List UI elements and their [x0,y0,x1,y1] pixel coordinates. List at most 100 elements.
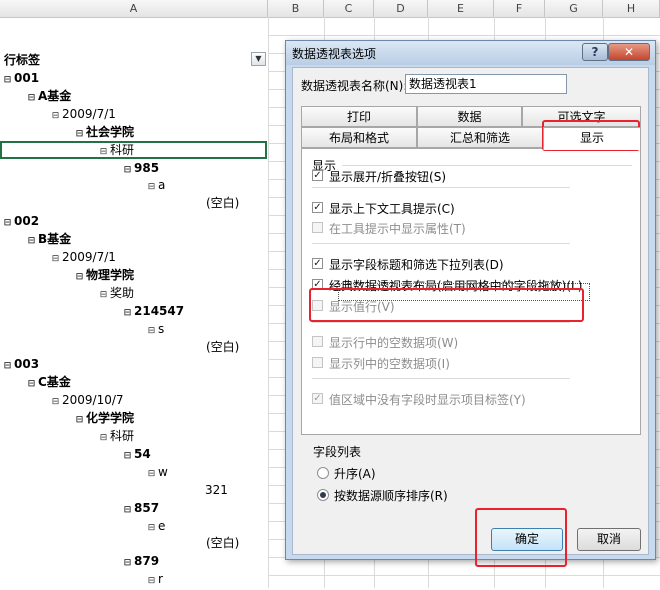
sort-option-label: 按数据源顺序排序(R) [334,489,448,503]
tab-display[interactable]: 显示 [543,127,641,150]
collapse-toggle-icon[interactable]: ⊟ [147,465,156,483]
collapse-toggle-icon[interactable]: ⊟ [3,214,12,232]
pivot-row-label: w [158,465,168,479]
pivot-row[interactable]: ⊟ A基金 [27,87,268,105]
filter-dropdown-button[interactable]: ▼ [251,52,266,66]
separator [312,322,570,323]
pivot-row[interactable]: ⊟ s [147,320,268,338]
pivot-row[interactable]: ⊟ a [147,176,268,194]
column-header-c[interactable]: C [324,0,374,17]
collapse-toggle-icon[interactable]: ⊟ [123,161,132,179]
option-checkbox[interactable]: ✓ [312,202,323,213]
pivot-row-label: (空白) [206,536,240,550]
collapse-toggle-icon[interactable]: ⊟ [51,107,60,125]
collapse-toggle-icon[interactable]: ⊟ [75,411,84,429]
pivot-row[interactable]: ⊟ 001 [3,69,268,87]
option-checkbox[interactable] [312,336,323,347]
pivot-row[interactable]: (空白) [206,338,268,356]
pivot-row[interactable]: ⊟ 奖助 [99,284,268,302]
option-checkbox[interactable] [312,357,323,368]
option-label: 显示字段标题和筛选下拉列表(D) [329,258,504,272]
pivot-row[interactable]: ⊟ 985 [123,159,268,177]
collapse-toggle-icon[interactable]: ⊟ [99,286,108,304]
pivot-row[interactable]: ⊟ C基金 [27,373,268,391]
collapse-toggle-icon[interactable]: ⊟ [123,501,132,519]
tab-totals-filters[interactable]: 汇总和筛选 [417,127,543,148]
gridline [268,35,660,36]
collapse-toggle-icon[interactable]: ⊟ [147,572,156,590]
collapse-toggle-icon[interactable]: ⊟ [123,554,132,572]
option-label: 显示列中的空数据项(I) [329,357,450,371]
option-checkbox[interactable]: ✓ [312,170,323,181]
column-header-h[interactable]: H [603,0,660,17]
pivot-name-input[interactable]: 数据透视表1 [405,74,567,94]
pivot-row-label: 物理学院 [86,268,135,282]
collapse-toggle-icon[interactable]: ⊟ [27,375,36,393]
pivot-row[interactable]: ⊟ 879 [123,552,268,570]
collapse-toggle-icon[interactable]: ⊟ [99,429,108,447]
pivot-row[interactable]: ⊟ B基金 [27,230,268,248]
pivot-row[interactable]: ⊟ 社会学院 [75,123,268,141]
collapse-toggle-icon[interactable]: ⊟ [147,322,156,340]
collapse-toggle-icon[interactable]: ⊟ [147,178,156,196]
sort-radio[interactable] [317,489,329,501]
sort-radio[interactable] [317,467,329,479]
pivot-row[interactable]: ⊟ 2009/10/7 [51,391,268,409]
pivot-row[interactable]: (空白) [206,194,268,212]
collapse-toggle-icon[interactable]: ⊟ [3,357,12,375]
pivot-row[interactable]: ⊟ 科研 [99,427,268,445]
column-header-bar: A B C D E F G H [0,0,660,18]
collapse-toggle-icon[interactable]: ⊟ [51,250,60,268]
collapse-toggle-icon[interactable]: ⊟ [123,304,132,322]
pivot-row-label: 2009/10/7 [62,393,124,407]
column-header-g[interactable]: G [545,0,603,17]
pivot-row[interactable]: ⊟ 54 [123,445,268,463]
pivot-row[interactable]: ⊟ 物理学院 [75,266,268,284]
collapse-toggle-icon[interactable]: ⊟ [123,447,132,465]
column-header-d[interactable]: D [374,0,428,17]
collapse-toggle-icon[interactable]: ⊟ [147,519,156,537]
column-header-b[interactable]: B [268,0,324,17]
collapse-toggle-icon[interactable]: ⊟ [75,268,84,286]
help-button[interactable]: ? [582,43,608,61]
pivot-row[interactable]: (空白) [206,534,268,552]
column-header-f[interactable]: F [494,0,545,17]
pivot-row[interactable]: ⊟ 2009/7/1 [51,105,268,123]
pivot-row-label: 879 [134,554,160,568]
pivot-row[interactable]: ⊟ 化学学院 [75,409,268,427]
tab-data[interactable]: 数据 [417,106,522,127]
tab-layout-format[interactable]: 布局和格式 [301,127,417,148]
option-checkbox[interactable]: ✓ [312,393,323,404]
close-button[interactable]: ✕ [608,43,650,61]
pivot-row[interactable]: ⊟ r [147,570,268,588]
column-header-a[interactable]: A [0,0,268,17]
pivot-row-labels-header[interactable]: 行标签 [4,51,249,69]
pivot-row-label: s [158,322,165,336]
cancel-button[interactable]: 取消 [577,528,641,551]
pivot-row-label: B基金 [38,232,72,246]
pivot-row-label: 001 [14,71,40,85]
pivot-row[interactable]: ⊟ 003 [3,355,268,373]
pivot-row[interactable]: 321 [205,481,268,499]
collapse-toggle-icon[interactable]: ⊟ [27,89,36,107]
column-header-e[interactable]: E [428,0,494,17]
dialog-title: 数据透视表选项 [292,47,377,61]
dialog-titlebar[interactable]: 数据透视表选项 ? ✕ [286,41,655,65]
option-checkbox[interactable]: ✓ [312,258,323,269]
collapse-toggle-icon[interactable]: ⊟ [27,232,36,250]
highlight-classic-layout [309,288,584,322]
pivot-row-label: 54 [134,447,151,461]
collapse-toggle-icon[interactable]: ⊟ [51,393,60,411]
pivot-row[interactable]: ⊟ e [147,517,268,535]
close-icon: ✕ [623,45,635,59]
pivot-row[interactable]: ⊟ 857 [123,499,268,517]
pivot-row[interactable]: ⊟ 214547 [123,302,268,320]
option-label: 在工具提示中显示属性(T) [329,222,466,236]
pivot-row[interactable]: ⊟ w [147,463,268,481]
option-checkbox[interactable] [312,222,323,233]
pivot-row[interactable]: ⊟ 002 [3,212,268,230]
tab-print[interactable]: 打印 [301,106,417,127]
pivot-row-label: 214547 [134,304,185,318]
collapse-toggle-icon[interactable]: ⊟ [3,71,12,89]
pivot-row[interactable]: ⊟ 2009/7/1 [51,248,268,266]
